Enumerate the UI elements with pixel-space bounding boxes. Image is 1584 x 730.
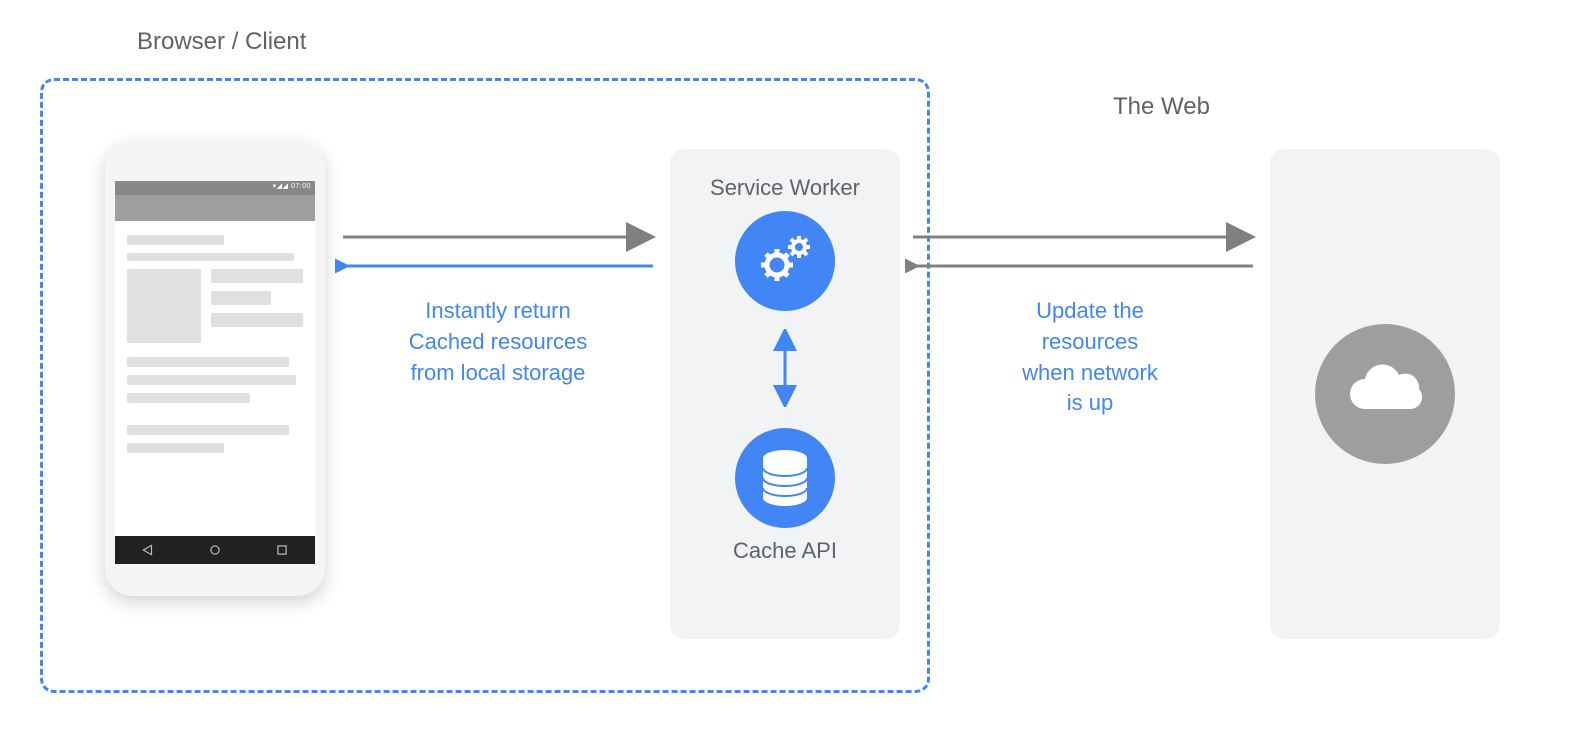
annotation-instant-return: Instantly return Cached resources from l… xyxy=(378,296,618,388)
arrow-request-to-sw xyxy=(335,222,665,282)
cache-api-label: Cache API xyxy=(680,538,890,564)
service-worker-panel: Service Worker xyxy=(670,149,900,639)
phone-navbar xyxy=(115,536,315,564)
phone-appbar xyxy=(115,195,315,221)
annotation-update-resources: Update the resources when network is up xyxy=(1000,296,1180,419)
gears-icon xyxy=(735,211,835,311)
arrow-sw-to-web xyxy=(905,222,1265,282)
service-worker-label: Service Worker xyxy=(680,175,890,201)
phone-content xyxy=(115,221,315,475)
nav-back-icon xyxy=(141,543,155,557)
label-the-web: The Web xyxy=(1113,93,1210,121)
web-panel xyxy=(1270,149,1500,639)
phone-screen: ▾◢◢ 07:00 xyxy=(115,181,315,564)
phone-device: ▾◢◢ 07:00 xyxy=(105,141,325,596)
nav-recent-icon xyxy=(275,543,289,557)
database-icon xyxy=(735,428,835,528)
nav-home-icon xyxy=(208,543,222,557)
bidirectional-arrow-icon xyxy=(773,329,797,407)
cloud-icon xyxy=(1315,324,1455,464)
label-browser-client: Browser / Client xyxy=(137,28,306,56)
status-time: ▾◢◢ 07:00 xyxy=(273,182,311,190)
phone-statusbar: ▾◢◢ 07:00 xyxy=(115,181,315,195)
